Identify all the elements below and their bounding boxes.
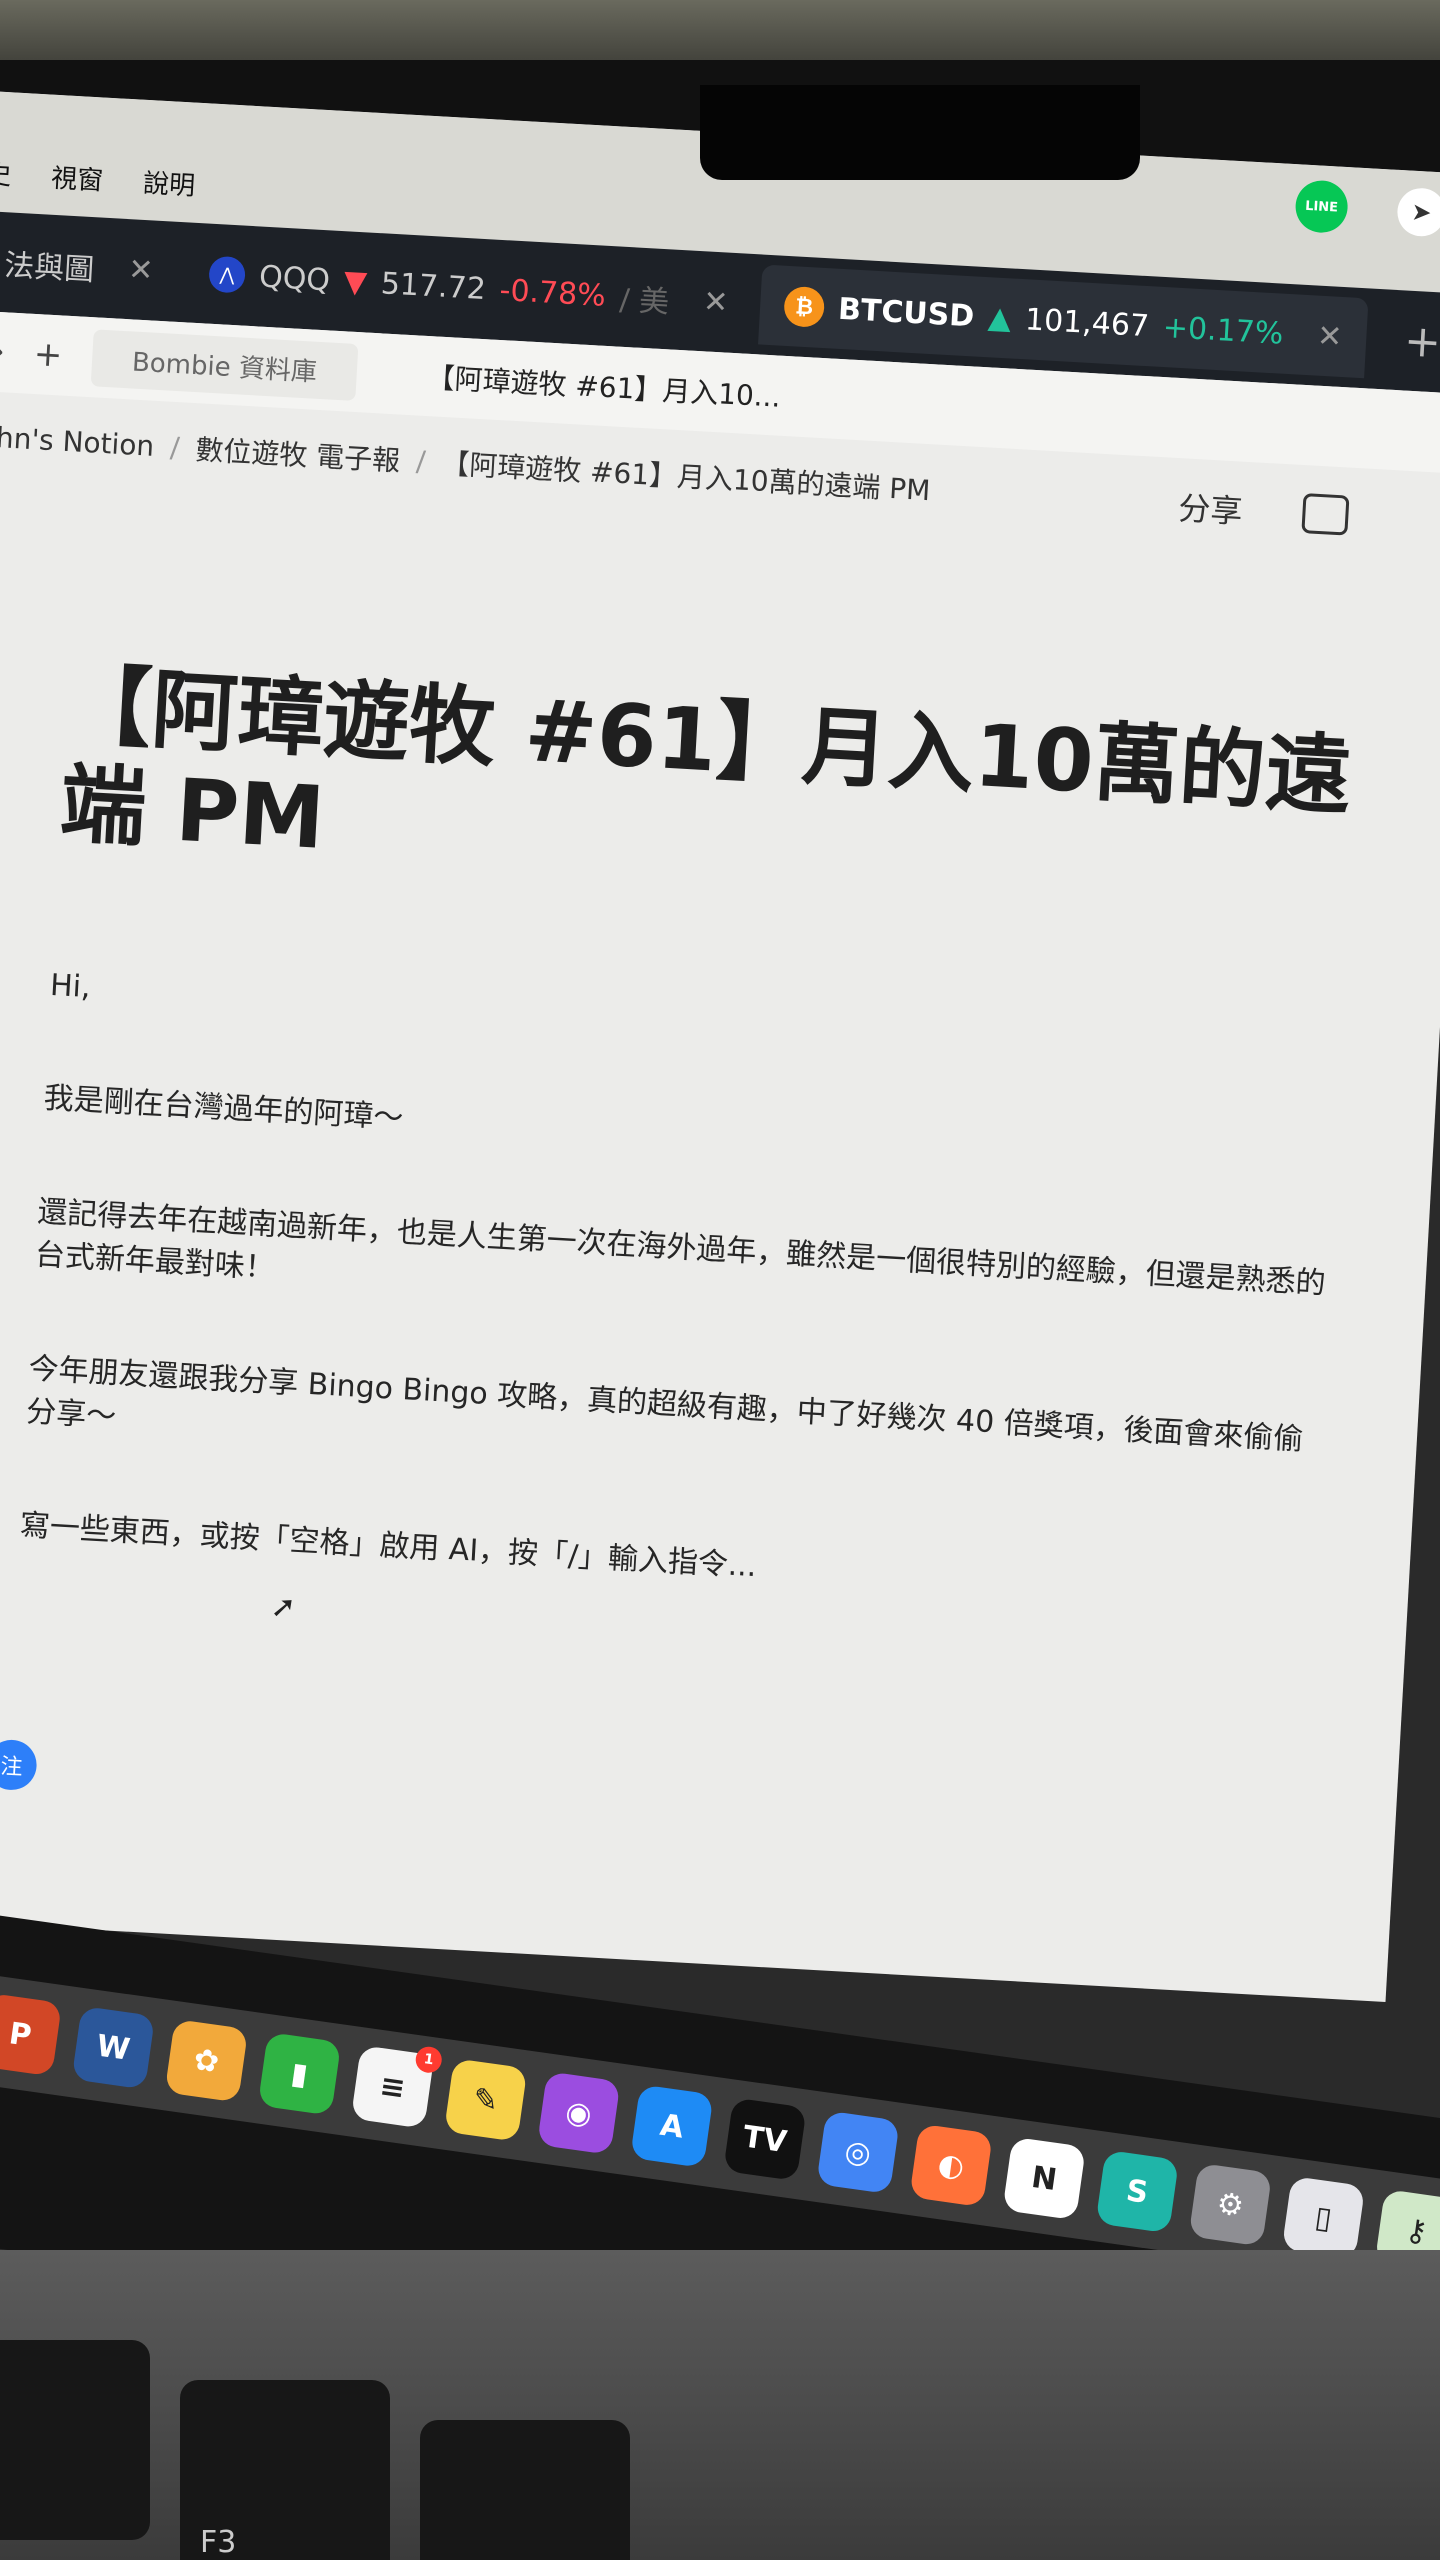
system-settings-icon[interactable]: ⚙ xyxy=(1188,2162,1273,2247)
ticker-symbol: QQQ xyxy=(258,258,331,298)
tradingview-icon[interactable]: TV xyxy=(723,2097,807,2182)
podcasts-icon[interactable]: ◉ xyxy=(536,2071,621,2155)
add-tab-plus-icon[interactable]: + xyxy=(33,334,64,376)
page-actions: 分享 xyxy=(1177,483,1350,538)
paragraph-bingo[interactable]: 今年朋友還跟我分享 Bingo Bingo 攻略，真的超級有趣，中了好幾次 40… xyxy=(25,1347,1328,1506)
ticker-change: +0.17% xyxy=(1161,309,1285,352)
app-glyph: ◎ xyxy=(842,2133,874,2172)
app-glyph: ✿ xyxy=(191,2041,222,2080)
ticker-price: 101,467 xyxy=(1024,301,1150,344)
app-glyph: ▮ xyxy=(288,2055,311,2093)
laptop-screen: 史 視窗 說明 LINE ➤ 法與圖 ✕ ⋀ QQQ ▼ 517.72 -0.7… xyxy=(0,90,1440,2002)
down-arrow-icon: ▼ xyxy=(342,263,368,300)
iphone-mirroring-icon[interactable]: ▯ xyxy=(1281,2175,1366,2260)
browser-tab-1[interactable]: 法與圖 ✕ xyxy=(0,221,180,312)
keyboard-key-spotlight: F4 xyxy=(420,2420,630,2560)
app-glyph: P xyxy=(6,2015,34,2054)
menu-item-history[interactable]: 史 xyxy=(0,154,12,192)
breadcrumb-workspace[interactable]: John's Notion xyxy=(0,419,155,462)
new-tab-plus-icon[interactable]: + xyxy=(1373,313,1440,369)
invesco-logo-icon: ⋀ xyxy=(208,255,247,294)
app-glyph: TV xyxy=(740,2118,789,2160)
app-glyph: ⚙ xyxy=(1214,2185,1247,2224)
close-icon[interactable]: ✕ xyxy=(1316,318,1343,354)
chrome-icon[interactable]: ◎ xyxy=(816,2110,900,2195)
app-glyph: ✎ xyxy=(470,2080,501,2120)
menu-item-help[interactable]: 說明 xyxy=(142,163,196,203)
paragraph-intro[interactable]: 我是剛在台灣過年的阿璋～ xyxy=(43,1077,1343,1193)
app-glyph: W xyxy=(94,2028,133,2068)
reminders-icon[interactable]: ≡ 1 xyxy=(350,2045,444,2129)
bitcoin-icon: ₿ xyxy=(783,285,826,328)
menu-item-window[interactable]: 視窗 xyxy=(50,158,104,198)
breadcrumb-separator: / xyxy=(415,444,427,478)
paragraph-last-year[interactable]: 還記得去年在越南過新年，也是人生第一次在海外過年，雖然是一個很特別的經驗，但還是… xyxy=(34,1190,1337,1349)
paragraph-greeting[interactable]: Hi, xyxy=(49,964,1349,1080)
empty-block-placeholder[interactable]: 寫一些東西，或按「空格」啟用 AI，按「/」輸入指令... xyxy=(19,1504,1319,1620)
close-icon[interactable]: ✕ xyxy=(127,252,154,288)
app-glyph: ≡ xyxy=(377,2067,408,2107)
breadcrumb-current[interactable]: 【阿璋遊牧 #61】月入10萬的遠端 PM xyxy=(440,442,932,509)
mouse-cursor-icon: ➚ xyxy=(269,1589,297,1626)
camera-notch xyxy=(700,85,1140,180)
breadcrumb-separator: / xyxy=(169,430,181,464)
page-title[interactable]: 【阿璋遊牧 #61】月入10萬的遠端 PM xyxy=(57,655,1366,926)
app-glyph: ◐ xyxy=(935,2146,967,2185)
notion-icon[interactable]: N xyxy=(1002,2136,1086,2221)
ticker-symbol: BTCUSD xyxy=(837,291,976,334)
up-arrow-icon: ▲ xyxy=(987,299,1013,336)
close-icon[interactable]: ✕ xyxy=(702,284,729,320)
comment-icon[interactable] xyxy=(1301,493,1350,536)
surfshark-icon[interactable]: S xyxy=(1095,2149,1180,2234)
keyboard: F3 F4 xyxy=(0,2250,1440,2560)
keyboard-key xyxy=(0,2340,150,2540)
breadcrumb-parent[interactable]: 數位遊牧 電子報 xyxy=(194,428,401,479)
notification-badge: 1 xyxy=(414,2045,444,2075)
app-glyph: ⚷ xyxy=(1403,2211,1430,2250)
numbers-icon[interactable]: ▮ xyxy=(257,2032,342,2116)
share-button[interactable]: 分享 xyxy=(1177,483,1243,533)
tab-current-page[interactable]: 【阿璋遊牧 #61】月入10... xyxy=(385,343,823,428)
word-icon[interactable]: W xyxy=(71,2005,156,2090)
tab-label: 法與圖 xyxy=(3,248,96,289)
ticker-price: 517.72 xyxy=(379,265,487,307)
forward-arrow-icon[interactable]: → xyxy=(0,331,5,373)
keyboard-key-mission-control: F3 xyxy=(180,2380,390,2560)
app-glyph: A xyxy=(657,2107,686,2146)
line-status-icon[interactable]: LINE xyxy=(1294,179,1350,235)
tab-suffix: / 美 xyxy=(618,282,671,321)
app-glyph: S xyxy=(1124,2172,1151,2211)
app-glyph: ▯ xyxy=(1312,2199,1335,2237)
app-store-icon[interactable]: A xyxy=(630,2084,714,2168)
photos-icon[interactable]: ✿ xyxy=(164,2018,249,2103)
location-arrow-icon[interactable]: ➤ xyxy=(1396,186,1440,238)
menu-bar-status: LINE ➤ xyxy=(1294,179,1440,239)
app-glyph: ◉ xyxy=(563,2093,595,2133)
powerpoint-icon[interactable]: P xyxy=(0,1992,63,2077)
notion-page: 【阿璋遊牧 #61】月入10萬的遠端 PM Hi, 我是剛在台灣過年的阿璋～ 還… xyxy=(15,655,1367,1689)
app-glyph: N xyxy=(1029,2159,1060,2198)
note-badge[interactable]: 注 xyxy=(0,1738,38,1792)
firefox-icon[interactable]: ◐ xyxy=(909,2123,993,2208)
ticker-change: -0.78% xyxy=(498,272,607,314)
notes-icon[interactable]: ✎ xyxy=(443,2058,528,2142)
tab-bombie-database[interactable]: Bombie 資料庫 xyxy=(90,328,359,401)
